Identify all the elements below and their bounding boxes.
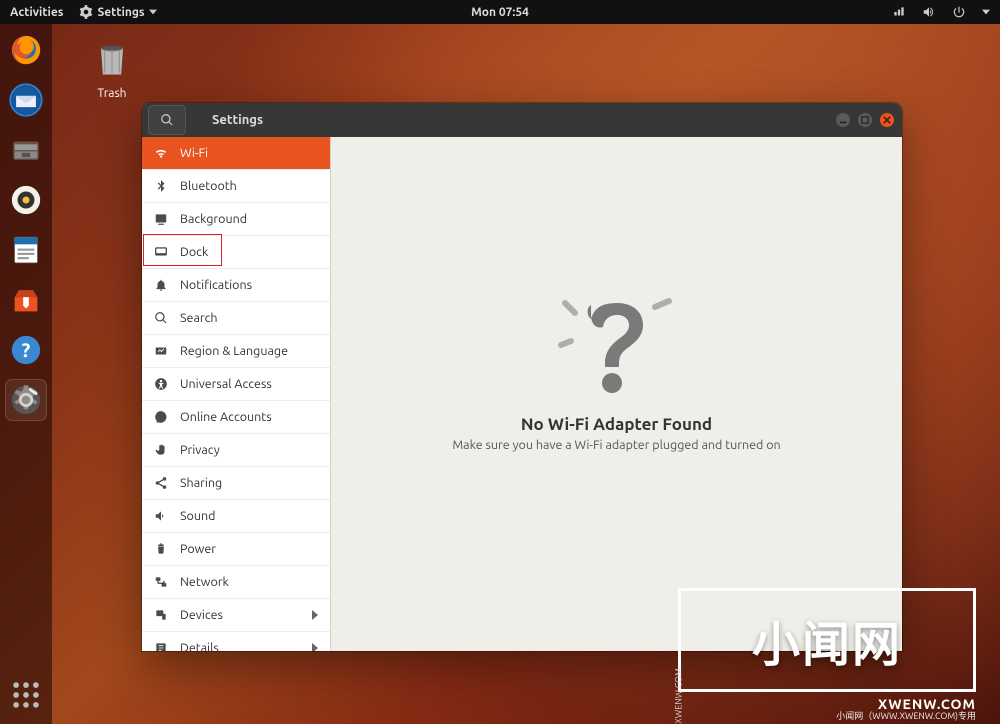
dock-app-settings[interactable] [6, 380, 46, 420]
sidebar-item-label: Devices [180, 608, 223, 622]
accessibility-icon [154, 377, 168, 391]
header-search-button[interactable] [148, 105, 186, 135]
volume-icon [922, 5, 936, 19]
sidebar-item-network[interactable]: Network [142, 566, 330, 599]
dock: ? [0, 24, 52, 724]
sidebar-item-label: Bluetooth [180, 179, 237, 193]
sidebar-item-devices[interactable]: Devices [142, 599, 330, 632]
sidebar-item-wifi[interactable]: Wi-Fi [142, 137, 330, 170]
wifi-icon [154, 146, 168, 160]
chevron-down-icon [982, 8, 990, 16]
chevron-right-icon [310, 643, 320, 651]
sidebar-item-label: Network [180, 575, 229, 589]
settings-sidebar: Wi-Fi Bluetooth Background Dock Notification… [142, 137, 331, 651]
dock-app-rhythmbox[interactable] [6, 180, 46, 220]
desktop-trash-label: Trash [82, 87, 142, 100]
sidebar-item-online[interactable]: Online Accounts [142, 401, 330, 434]
sidebar-item-bluetooth[interactable]: Bluetooth [142, 170, 330, 203]
sidebar-item-label: Universal Access [180, 377, 272, 391]
sidebar-item-sharing[interactable]: Sharing [142, 467, 330, 500]
search-icon [160, 113, 174, 127]
system-tray[interactable] [892, 5, 990, 19]
window-minimize-button[interactable] [836, 113, 850, 127]
sidebar-item-universal[interactable]: Universal Access [142, 368, 330, 401]
window-titlebar[interactable]: Settings [142, 103, 902, 137]
sidebar-item-label: Background [180, 212, 247, 226]
window-close-button[interactable] [880, 113, 894, 127]
settings-window: Settings Wi-Fi Bluetooth Background Dock Not… [142, 103, 902, 651]
details-icon [154, 641, 168, 651]
svg-text:?: ? [22, 339, 31, 361]
dock-app-files[interactable] [6, 130, 46, 170]
app-menu[interactable]: Settings [79, 5, 156, 19]
sidebar-item-notifications[interactable]: Notifications [142, 269, 330, 302]
search-icon [154, 311, 168, 325]
activities-button[interactable]: Activities [10, 6, 63, 19]
sidebar-item-label: Search [180, 311, 218, 325]
app-menu-label: Settings [97, 6, 144, 19]
dock-app-thunderbird[interactable] [6, 80, 46, 120]
clock[interactable]: Mon 07:54 [471, 6, 529, 19]
devices-icon [154, 608, 168, 622]
sidebar-item-label: Privacy [180, 443, 220, 457]
sidebar-item-dock[interactable]: Dock [142, 236, 330, 269]
sidebar-item-search[interactable]: Search [142, 302, 330, 335]
sidebar-item-label: Sharing [180, 476, 222, 490]
dock-app-software[interactable] [6, 280, 46, 320]
sidebar-item-background[interactable]: Background [142, 203, 330, 236]
minimize-icon [839, 116, 847, 124]
hand-icon [154, 443, 168, 457]
dock-app-writer[interactable] [6, 230, 46, 270]
content-subtitle: Make sure you have a Wi-Fi adapter plugg… [452, 438, 780, 452]
sidebar-item-label: Details [180, 641, 219, 651]
show-apps-button[interactable] [9, 678, 43, 712]
power-icon [154, 542, 168, 556]
share-icon [154, 476, 168, 490]
close-icon [883, 116, 891, 124]
online-icon [154, 410, 168, 424]
sidebar-item-label: Region & Language [180, 344, 288, 358]
globe-icon [154, 344, 168, 358]
settings-content-panel: No Wi-Fi Adapter Found Make sure you hav… [331, 137, 902, 651]
dock-icon [154, 245, 168, 259]
bell-icon [154, 278, 168, 292]
sidebar-item-label: Wi-Fi [180, 146, 208, 160]
sidebar-item-privacy[interactable]: Privacy [142, 434, 330, 467]
sidebar-item-label: Dock [180, 245, 208, 259]
sidebar-item-label: Notifications [180, 278, 252, 292]
power-icon [952, 5, 966, 19]
sidebar-item-label: Sound [180, 509, 215, 523]
content-title: No Wi-Fi Adapter Found [521, 415, 712, 434]
question-icon [557, 277, 677, 397]
dock-app-help[interactable]: ? [6, 330, 46, 370]
trash-icon [90, 36, 134, 80]
sidebar-item-label: Online Accounts [180, 410, 272, 424]
bluetooth-icon [154, 179, 168, 193]
gear-icon [79, 5, 93, 19]
network-icon [892, 5, 906, 19]
sidebar-item-region[interactable]: Region & Language [142, 335, 330, 368]
sidebar-item-label: Power [180, 542, 216, 556]
desktop-trash[interactable]: Trash [82, 36, 142, 100]
maximize-icon [861, 116, 869, 124]
sidebar-item-details[interactable]: Details [142, 632, 330, 651]
sidebar-item-power[interactable]: Power [142, 533, 330, 566]
sidebar-item-sound[interactable]: Sound [142, 500, 330, 533]
dock-app-firefox[interactable] [6, 30, 46, 70]
speaker-icon [154, 509, 168, 523]
window-maximize-button[interactable] [858, 113, 872, 127]
window-title: Settings [212, 113, 263, 127]
top-bar: Activities Settings Mon 07:54 [0, 0, 1000, 24]
chevron-down-icon [149, 8, 157, 16]
background-icon [154, 212, 168, 226]
chevron-right-icon [310, 610, 320, 620]
network-icon [154, 575, 168, 589]
